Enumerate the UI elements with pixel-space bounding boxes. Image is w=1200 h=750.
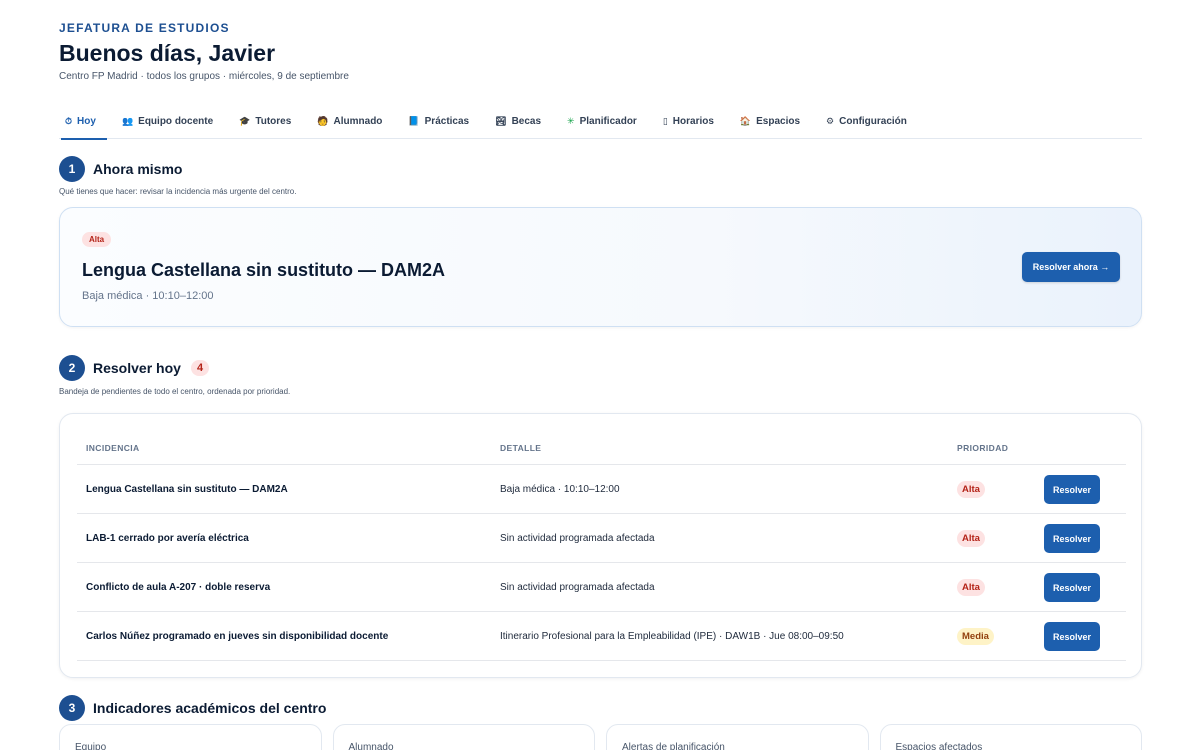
gear-icon: ⚙ <box>826 115 835 126</box>
schedule-icon: ▯ <box>662 115 668 126</box>
kpi-card-equipo[interactable]: Equipo <box>59 724 322 750</box>
kpi-label: Alumnado <box>348 742 394 750</box>
priority-badge: Alta <box>957 530 985 547</box>
resolve-button[interactable]: Resolver <box>1044 573 1100 602</box>
student-icon: 🧑 <box>317 115 329 126</box>
incident-cell: Lengua Castellana sin sustituto — DAM2A <box>86 484 288 495</box>
column-header-detalle: DETALLE <box>500 443 542 453</box>
tab-label: Planificador <box>579 115 637 127</box>
kpi-card-alumnado[interactable]: Alumnado <box>332 724 595 750</box>
section-subtitle: Bandeja de pendientes de todo el centro,… <box>59 387 291 396</box>
building-icon: 🏠 <box>739 115 752 126</box>
team-icon: 👥 <box>121 115 134 126</box>
step-number: 3 <box>59 695 85 721</box>
pending-count-badge: 4 <box>190 360 210 376</box>
priority-badge: Media <box>957 628 994 645</box>
step-number: 2 <box>59 355 85 381</box>
detail-cell: Baja médica · 10:10–12:00 <box>500 484 620 495</box>
priority-cell: Media <box>957 612 994 661</box>
kpi-label: Alertas de planificación <box>622 742 725 750</box>
column-header-prioridad: PRIORIDAD <box>957 443 1009 453</box>
section-title: Indicadores académicos del centro <box>93 700 327 716</box>
book-icon: 📘 <box>408 115 420 126</box>
tab-label: Hoy <box>77 115 96 127</box>
detail-cell: Itinerario Profesional para la Empleabil… <box>500 631 844 642</box>
incident-cell: Conflicto de aula A-207 · doble reserva <box>86 582 271 593</box>
role-eyebrow: JEFATURA DE ESTUDIOS <box>59 21 230 35</box>
column-header-incidencia: INCIDENCIA <box>86 443 140 453</box>
kpi-card-espacios[interactable]: Espacios afectados <box>879 724 1142 750</box>
tab-label: Espacios <box>756 115 801 127</box>
tab-configuracion[interactable]: ⚙ Configuración <box>813 103 920 139</box>
tab-horarios[interactable]: ▯ Horarios <box>650 103 727 139</box>
detail-cell: Sin actividad programada afectada <box>500 533 655 544</box>
detail-cell: Sin actividad programada afectada <box>500 582 655 593</box>
page-subtitle: Centro FP Madrid · todos los grupos · mi… <box>59 71 349 82</box>
graduation-cap-icon: 🎓 <box>239 115 251 126</box>
table-row: Carlos Núñez programado en jueves sin di… <box>77 612 1126 661</box>
priority-cell: Alta <box>957 465 985 514</box>
resolve-button[interactable]: Resolver <box>1044 622 1100 651</box>
tab-label: Alumnado <box>333 115 383 127</box>
tab-label: Becas <box>511 115 542 127</box>
tab-equipo-docente[interactable]: 👥 Equipo docente <box>109 103 226 139</box>
tab-label: Configuración <box>839 115 907 127</box>
section-subtitle: Qué tienes que hacer: revisar la inciden… <box>59 187 297 196</box>
incident-cell: LAB-1 cerrado por avería eléctrica <box>86 533 249 544</box>
tab-planificador[interactable]: ✳ Planificador <box>554 103 650 139</box>
tab-label: Horarios <box>672 115 714 127</box>
resolve-button[interactable]: Resolver <box>1044 475 1100 504</box>
indicator-cards: Equipo Alumnado Alertas de planificación… <box>59 724 1142 750</box>
table-row: LAB-1 cerrado por avería eléctrica Sin a… <box>77 514 1126 563</box>
tab-label: Tutores <box>255 115 292 127</box>
urgent-incident-card: Alta Lengua Castellana sin sustituto — D… <box>59 207 1142 327</box>
page-title: Buenos días, Javier <box>59 40 276 66</box>
incident-detail: Baja médica · 10:10–12:00 <box>82 290 214 302</box>
tab-label: Equipo docente <box>138 115 214 127</box>
tab-becas[interactable]: 🏞 Becas <box>482 103 554 139</box>
priority-badge: Alta <box>957 481 985 498</box>
tab-practicas[interactable]: 📘 Prácticas <box>395 103 482 139</box>
resolve-now-button[interactable]: Resolver ahora → <box>1022 252 1120 282</box>
section-title: Resolver hoy <box>93 360 181 376</box>
section-indicators-header: 3 Indicadores académicos del centro <box>59 695 326 721</box>
priority-badge: Alta <box>957 579 985 596</box>
tab-alumnado[interactable]: 🧑 Alumnado <box>304 103 395 139</box>
priority-cell: Alta <box>957 514 985 563</box>
kpi-card-alertas[interactable]: Alertas de planificación <box>606 724 869 750</box>
section-today-header: 2 Resolver hoy 4 <box>59 355 210 381</box>
resolve-button[interactable]: Resolver <box>1044 524 1100 553</box>
planner-icon: ✳ <box>567 115 575 126</box>
table-header: INCIDENCIA DETALLE PRIORIDAD <box>77 434 1126 465</box>
kpi-label: Equipo <box>75 742 107 750</box>
scholarship-icon: 🏞 <box>495 115 507 126</box>
kpi-label: Espacios afectados <box>895 742 983 750</box>
tab-label: Prácticas <box>424 115 470 127</box>
tab-hoy[interactable]: ⏱ Hoy <box>59 103 109 140</box>
incident-cell: Carlos Núñez programado en jueves sin di… <box>86 631 389 642</box>
clock-icon: ⏱ <box>65 115 73 126</box>
table-row: Conflicto de aula A-207 · doble reserva … <box>77 563 1126 612</box>
main-tabs: ⏱ Hoy 👥 Equipo docente 🎓 Tutores 🧑 Alumn… <box>59 103 1142 140</box>
tab-espacios[interactable]: 🏠 Espacios <box>727 103 813 139</box>
section-title: Ahora mismo <box>93 161 183 177</box>
step-number: 1 <box>59 156 85 182</box>
table-row: Lengua Castellana sin sustituto — DAM2A … <box>77 465 1126 514</box>
incident-title: Lengua Castellana sin sustituto — DAM2A <box>82 260 446 280</box>
priority-cell: Alta <box>957 563 985 612</box>
priority-badge: Alta <box>82 232 112 247</box>
section-now-header: 1 Ahora mismo <box>59 156 182 182</box>
tab-tutores[interactable]: 🎓 Tutores <box>226 103 304 139</box>
pending-table: INCIDENCIA DETALLE PRIORIDAD Lengua Cast… <box>59 413 1142 678</box>
